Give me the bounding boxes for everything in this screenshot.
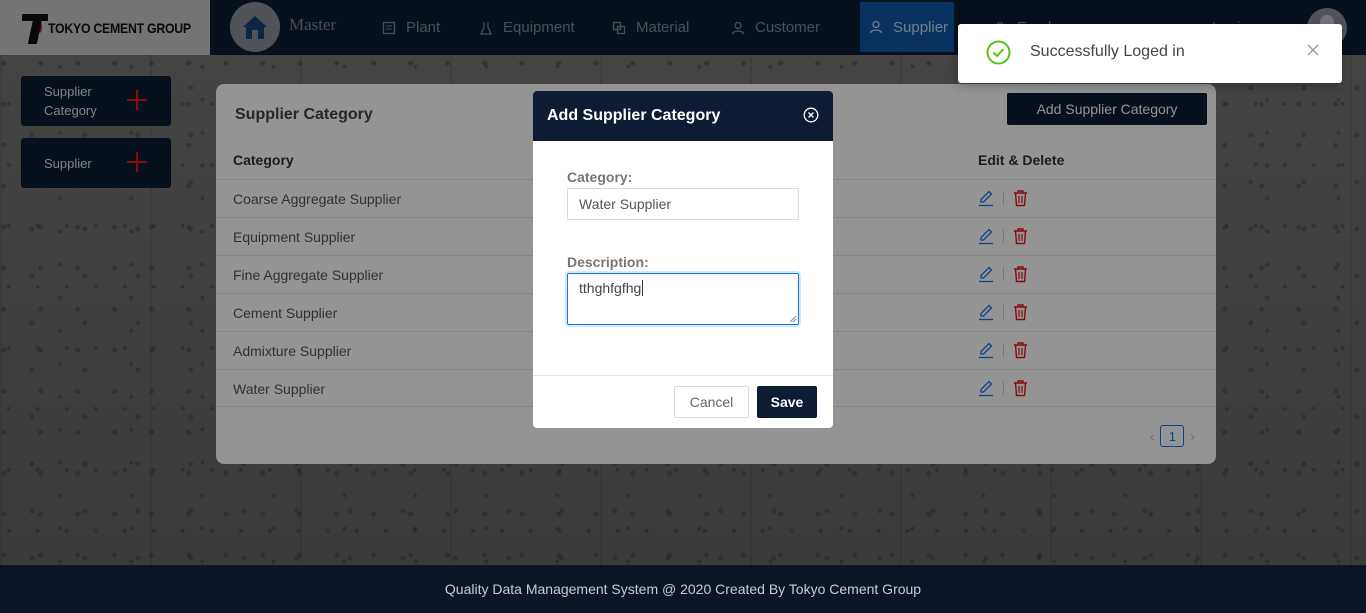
close-icon[interactable] (803, 107, 819, 123)
modal-header: Add Supplier Category (533, 91, 833, 141)
description-textarea[interactable]: tthghfgfhg (567, 273, 799, 325)
text-cursor (642, 280, 644, 296)
category-label: Category: (567, 169, 633, 185)
footer: Quality Data Management System @ 2020 Cr… (0, 565, 1366, 613)
toast-message: Successfully Loged in (1030, 43, 1185, 60)
category-input[interactable] (567, 188, 799, 220)
success-toast: Successfully Loged in (958, 24, 1342, 83)
cancel-button[interactable]: Cancel (674, 386, 749, 418)
check-circle-icon (986, 40, 1011, 65)
add-supplier-category-modal: Add Supplier Category Category: Descript… (533, 91, 833, 428)
save-button[interactable]: Save (757, 386, 817, 418)
description-value: tthghfgfhg (579, 280, 642, 296)
modal-title: Add Supplier Category (547, 107, 721, 124)
footer-text: Quality Data Management System @ 2020 Cr… (444, 581, 922, 597)
description-label: Description: (567, 254, 649, 270)
modal-footer: Cancel Save (533, 375, 833, 428)
close-icon[interactable] (1307, 44, 1319, 56)
resize-grip-icon[interactable] (789, 315, 797, 323)
